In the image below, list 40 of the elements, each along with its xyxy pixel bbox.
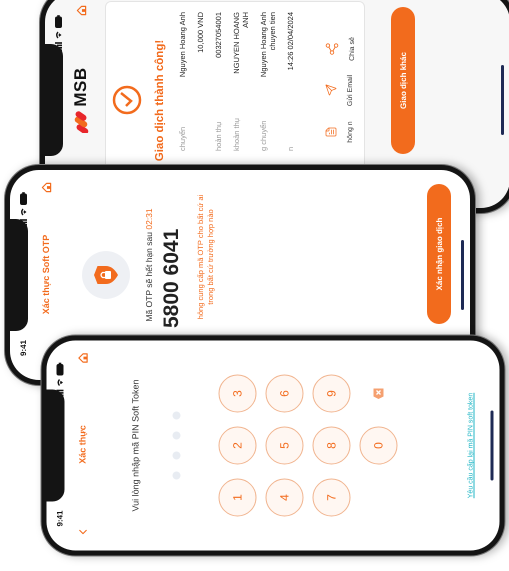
keypad-key[interactable]: 8: [312, 426, 350, 464]
wifi-icon: [56, 378, 63, 386]
keypad-key[interactable]: 5: [266, 426, 304, 464]
house-icon[interactable]: [40, 182, 52, 193]
logo-text: MSB: [71, 67, 91, 107]
share-icon[interactable]: [325, 42, 339, 56]
shield-lock-icon: [82, 251, 130, 299]
keypad-key[interactable]: 4: [266, 478, 304, 516]
status-time: 9:41: [18, 340, 28, 356]
screen-title: Xác thực: [78, 425, 88, 464]
battery-icon: [20, 192, 26, 205]
keypad-key[interactable]: 3: [218, 374, 256, 412]
otp-code: 5800 6041: [160, 228, 184, 330]
battery-icon: [54, 15, 62, 28]
keypad-key[interactable]: 6: [266, 374, 304, 412]
wifi-icon: [54, 31, 62, 39]
keypad-key[interactable]: 7: [312, 478, 350, 516]
home-indicator: [501, 66, 504, 136]
status-time: 9:41: [55, 510, 64, 526]
expiry-text: Mã OTP sẽ hết hạn sau 02:31: [144, 207, 154, 324]
house-icon[interactable]: [76, 5, 86, 16]
wifi-icon: [20, 208, 26, 216]
keypad-key[interactable]: 0: [360, 426, 398, 464]
screen-title: Xác thực Soft OTP: [41, 234, 51, 314]
success-title: Giao dịch thành công!: [154, 40, 166, 162]
keypad-key[interactable]: 1: [218, 478, 256, 516]
keypad-key[interactable]: 2: [218, 426, 256, 464]
home-indicator: [461, 240, 464, 310]
document-icon[interactable]: [325, 126, 337, 138]
logo-mark-icon: [73, 110, 89, 133]
other-transaction-button[interactable]: Giao dịch khác: [391, 7, 415, 154]
paper-plane-icon[interactable]: [325, 84, 337, 96]
check-circle-icon: [112, 86, 142, 116]
confirm-button[interactable]: Xác nhận giao dịch: [427, 184, 451, 324]
pin-prompt: Vui lòng nhập mã PIN Soft Token: [130, 378, 140, 514]
backspace-icon[interactable]: [372, 388, 384, 400]
house-icon[interactable]: [77, 352, 88, 364]
keypad-key[interactable]: 9: [312, 374, 350, 412]
home-indicator: [490, 410, 494, 480]
battery-icon: [56, 362, 63, 376]
